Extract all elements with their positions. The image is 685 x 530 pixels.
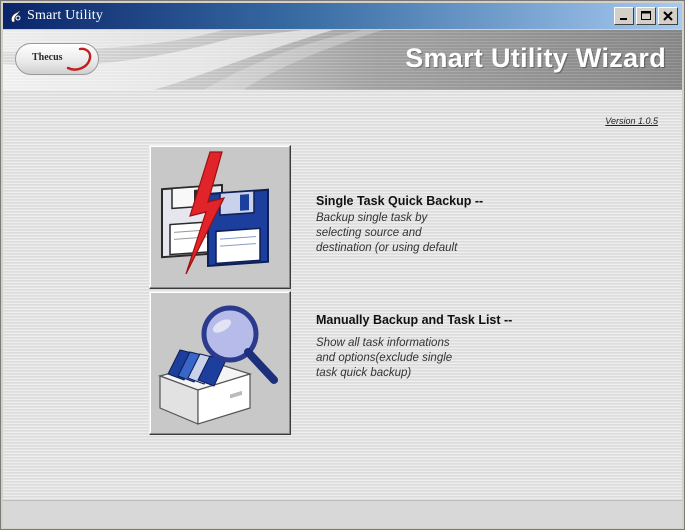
logo-text: Thecus <box>32 52 63 63</box>
app-window: Smart Utility Thecus Smart Utility Wizar… <box>0 0 685 530</box>
magnifier-box-icon <box>158 305 278 425</box>
manual-backup-task-list-button[interactable] <box>149 291 291 435</box>
wizard-title: Smart Utility Wizard <box>405 43 666 73</box>
version-link[interactable]: Version 1.0.5 <box>605 116 658 126</box>
window-controls <box>614 7 678 26</box>
title-bar[interactable]: Smart Utility <box>3 3 682 29</box>
task-2-description: Show all task informations and options(e… <box>316 337 453 379</box>
thecus-logo: Thecus <box>15 43 99 75</box>
minimize-icon[interactable] <box>614 7 634 25</box>
smart-utility-icon <box>11 8 22 23</box>
task-2-title: Manually Backup and Task List -- <box>316 313 513 327</box>
close-icon[interactable] <box>658 7 678 25</box>
logo-swirl-icon <box>66 47 92 71</box>
task-1-description: Backup single task by selecting source a… <box>316 212 458 254</box>
single-task-backup-button[interactable] <box>149 145 291 289</box>
task-1-title: Single Task Quick Backup -- <box>316 194 484 208</box>
window-title: Smart Utility <box>27 8 104 23</box>
header-banner: Thecus Smart Utility Wizard <box>3 30 682 90</box>
bottom-strip <box>3 500 682 528</box>
floppy-backup-icon <box>161 151 269 275</box>
main-content: Version 1.0.5 Single Task Quick Backup -… <box>3 90 682 500</box>
maximize-icon[interactable] <box>636 7 656 25</box>
